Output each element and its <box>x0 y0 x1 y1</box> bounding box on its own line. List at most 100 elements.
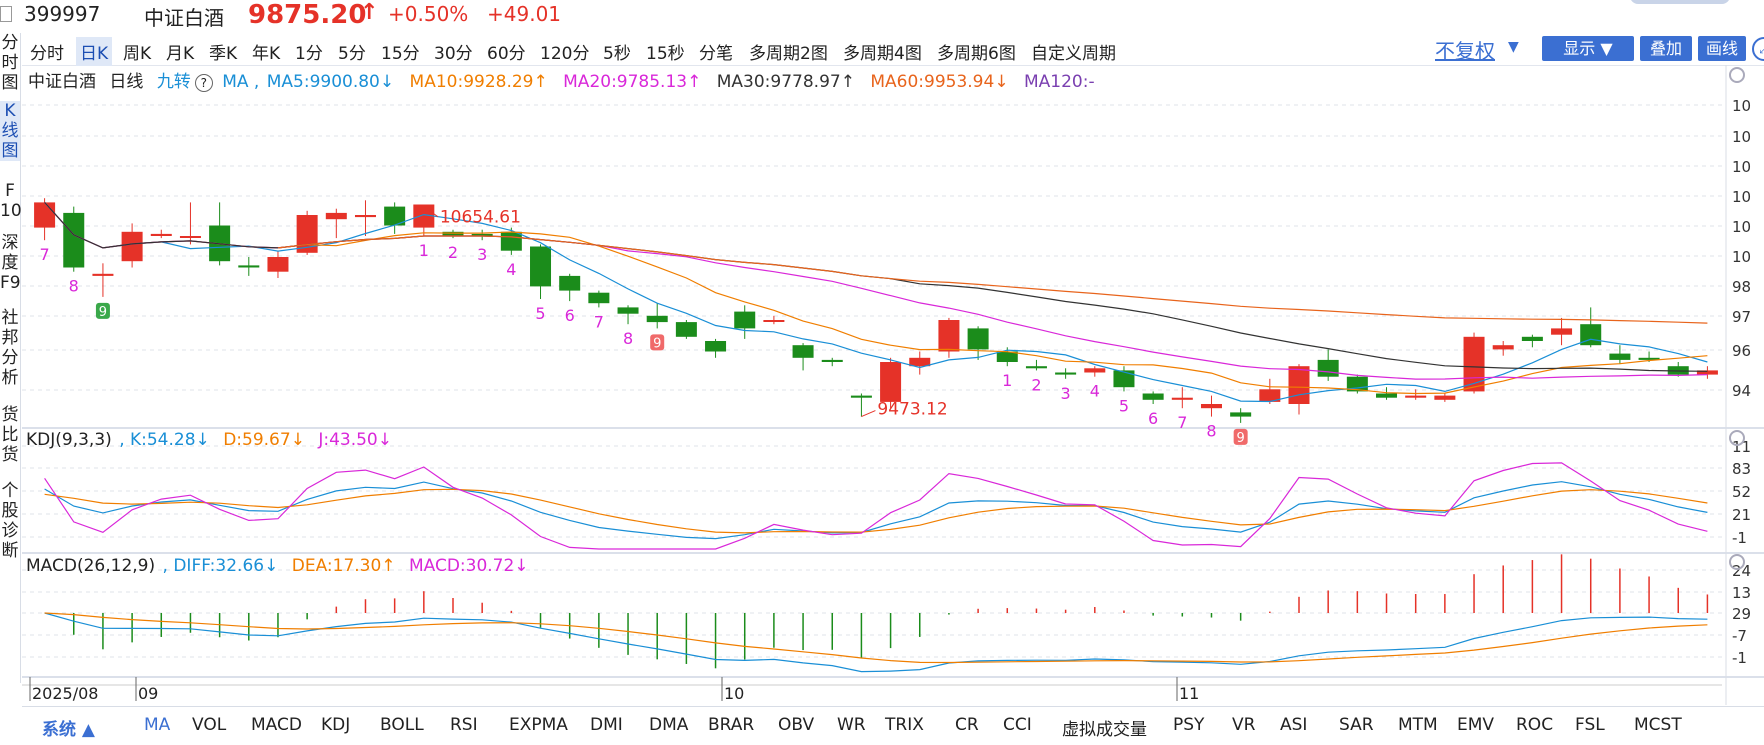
left-nav-item-3[interactable]: 深 度 F9 <box>0 233 21 293</box>
kdj-d-value: D:59.67↓ <box>223 430 305 450</box>
indicator-tab-cr[interactable]: CR <box>955 715 979 735</box>
kdj-j-value: J:43.50↓ <box>318 430 392 450</box>
period-tab-10[interactable]: 60分 <box>483 37 530 66</box>
indicator-tab-obv[interactable]: OBV <box>778 715 814 735</box>
left-nav-item-5[interactable]: 货 比 货 <box>0 405 20 465</box>
td-label: 9 <box>1237 431 1245 446</box>
indicator-tab-dmi[interactable]: DMI <box>590 715 623 735</box>
checkbox-icon[interactable] <box>0 6 12 22</box>
indicator-tab-cci[interactable]: CCI <box>1003 715 1032 735</box>
indicator-tab-fsl[interactable]: FSL <box>1575 715 1605 735</box>
candle-body <box>850 395 872 398</box>
candle-body <box>238 265 260 268</box>
x-tick-label: 2025/08 <box>32 684 98 703</box>
indicator-tab-boll[interactable]: BOLL <box>380 715 424 735</box>
period-tab-1[interactable]: 日K <box>76 37 113 66</box>
fullscreen-icon[interactable]: ⤢ <box>1752 37 1764 61</box>
period-tab-5[interactable]: 年K <box>248 37 284 66</box>
indicator-tab-虚拟成交量[interactable]: 虚拟成交量 <box>1062 715 1147 740</box>
indicator-tab-rsi[interactable]: RSI <box>450 715 478 735</box>
candle-body <box>967 328 989 350</box>
period-tab-2[interactable]: 周K <box>119 37 155 66</box>
gear-icon[interactable] <box>1729 67 1745 83</box>
macd-y-tick-label: 13 <box>1732 584 1751 602</box>
pct-change: +0.50% <box>388 2 469 26</box>
high-annotation: 10654.61 <box>440 208 521 228</box>
candle-body <box>617 307 639 314</box>
indicator-tab-dma[interactable]: DMA <box>649 715 688 735</box>
period-tab-7[interactable]: 5分 <box>334 37 370 66</box>
indicator-tab-mcst[interactable]: MCST <box>1634 715 1682 735</box>
indicator-tab-macd[interactable]: MACD <box>251 715 302 735</box>
indicator-tab-emv[interactable]: EMV <box>1457 715 1494 735</box>
left-nav-item-1[interactable]: K 线 图 <box>0 101 20 161</box>
candle-body <box>646 315 668 323</box>
period-tab-12[interactable]: 5秒 <box>599 37 635 66</box>
x-tick-label: 11 <box>1179 684 1199 703</box>
kdj-k-line <box>44 481 1708 540</box>
y-tick-label: 98 <box>1732 278 1751 296</box>
candle-body <box>325 212 347 220</box>
indicator-tab-ma[interactable]: MA <box>144 715 170 735</box>
period-tab-0[interactable]: 分时 <box>26 37 68 66</box>
period-tab-4[interactable]: 季K <box>205 37 241 66</box>
adjust-dropdown[interactable]: 不复权 <box>1435 35 1495 64</box>
candle-body <box>734 311 756 329</box>
candle-body <box>588 292 610 304</box>
ma5-value: MA5:9900.80↓ <box>266 72 395 92</box>
candle-body <box>530 246 552 287</box>
period-tab-14[interactable]: 分笔 <box>695 37 737 66</box>
td-label: 2 <box>448 243 458 262</box>
candle-body <box>763 320 785 322</box>
left-nav-item-2[interactable]: F 10 <box>0 181 22 221</box>
period-tabs: 分时 日K 周K 月K 季K 年K 1分 5分 15分 30分 60分 120分 5秒 15秒 分笔 多周期2… <box>22 33 1764 66</box>
period-tab-3[interactable]: 月K <box>162 37 198 66</box>
left-nav-item-0[interactable]: 分 时 图 <box>0 33 20 93</box>
period-tab-8[interactable]: 15分 <box>377 37 424 66</box>
indicator-tab-brar[interactable]: BRAR <box>708 715 754 735</box>
candle-body <box>938 320 960 352</box>
left-nav-item-4[interactable]: 社 邦 分 析 <box>0 308 20 388</box>
candle-body <box>909 357 931 367</box>
indicator-tab-expma[interactable]: EXPMA <box>509 715 568 735</box>
indicator-tab-mtm[interactable]: MTM <box>1398 715 1438 735</box>
period-tab-15[interactable]: 多周期2图 <box>745 37 832 66</box>
period-tab-18[interactable]: 自定义周期 <box>1027 37 1120 66</box>
left-nav-item-6[interactable]: 个 股 诊 断 <box>0 481 20 561</box>
ma30-line <box>44 201 1708 372</box>
indicator-tab-vol[interactable]: VOL <box>192 715 226 735</box>
indicator-tab-sar[interactable]: SAR <box>1339 715 1374 735</box>
indicator-tab-wr[interactable]: WR <box>837 715 866 735</box>
indicator-tab-vr[interactable]: VR <box>1232 715 1255 735</box>
help-icon[interactable]: ? <box>194 74 213 92</box>
chevron-down-icon[interactable]: ▼ <box>1508 39 1519 55</box>
kdj-k-value: , K:54.28↓ <box>119 430 210 450</box>
candle-body <box>179 236 201 238</box>
macd-dea-value: DEA:17.30↑ <box>291 556 396 576</box>
system-dropdown[interactable]: 系统 ▲ <box>42 715 95 740</box>
candle-body <box>1084 368 1106 373</box>
collapse-tab[interactable] <box>1630 0 1730 4</box>
draw-button[interactable]: 画线 <box>1698 36 1746 61</box>
indicator-tab-trix[interactable]: TRIX <box>885 715 924 735</box>
indicator-tab-roc[interactable]: ROC <box>1516 715 1553 735</box>
period-tab-9[interactable]: 30分 <box>430 37 477 66</box>
indicator-tab-kdj[interactable]: KDJ <box>321 715 350 735</box>
y-tick-label: 10 <box>1732 97 1751 115</box>
period-tab-17[interactable]: 多周期6图 <box>933 37 1020 66</box>
candle-body <box>500 231 522 251</box>
td-label: 9 <box>99 305 107 320</box>
indicator-tab-psy[interactable]: PSY <box>1173 715 1204 735</box>
period-tab-11[interactable]: 120分 <box>536 37 593 66</box>
period-tab-13[interactable]: 15秒 <box>642 37 689 66</box>
show-button[interactable]: 显示 ▼ <box>1542 36 1634 61</box>
nine-turn-label[interactable]: 九转 <box>157 72 191 92</box>
kdj-info-line: KDJ(9,3,3) , K:54.28↓ D:59.67↓ J:43.50↓ <box>26 430 394 450</box>
ma10-line <box>44 201 1708 395</box>
overlay-button[interactable]: 叠加 <box>1640 36 1692 61</box>
indicator-tab-asi[interactable]: ASI <box>1280 715 1307 735</box>
stock-chart[interactable]: 1010101010109897969411835221-1241329-7-1… <box>22 65 1764 705</box>
candle-body <box>354 215 376 218</box>
period-tab-6[interactable]: 1分 <box>291 37 327 66</box>
period-tab-16[interactable]: 多周期4图 <box>839 37 926 66</box>
